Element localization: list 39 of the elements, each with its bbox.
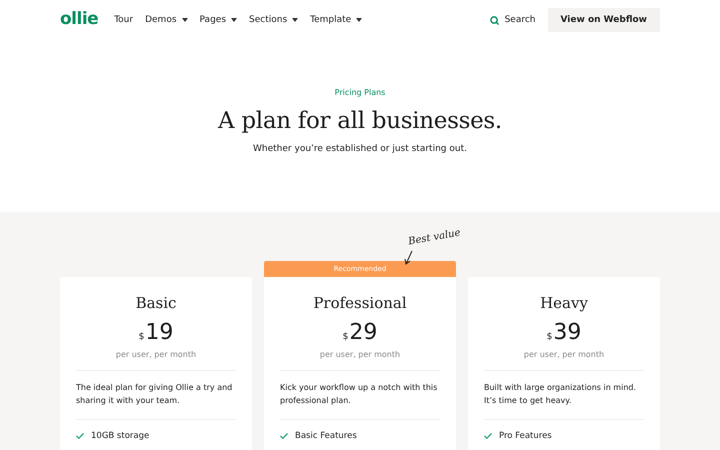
plan-description: Kick your workflow up a notch with this professional plan. — [280, 382, 438, 407]
check-icon — [280, 432, 288, 439]
currency-symbol: $ — [546, 333, 552, 342]
feature-item: Basic Features — [295, 430, 357, 441]
price-period: per user, per month — [114, 350, 198, 359]
caret-icon — [356, 18, 362, 22]
currency-symbol: $ — [342, 333, 348, 342]
check-icon — [76, 432, 84, 439]
annotation-note: Best value — [407, 228, 462, 248]
search-link[interactable]: Search — [490, 15, 536, 25]
plan-name: Professional — [312, 294, 408, 312]
nav-link[interactable]: Tour — [114, 15, 134, 25]
view-on-webflow-button[interactable]: View on Webflow — [548, 8, 660, 32]
price: 29 — [349, 322, 378, 344]
plan-name: Basic — [134, 294, 178, 312]
dropdown-menu[interactable]: Sections — [249, 15, 298, 25]
caret-icon — [182, 18, 188, 22]
price: 19 — [145, 322, 174, 344]
price: 39 — [553, 322, 582, 344]
subtitle: Whether you’re established or just starting out. — [253, 144, 467, 154]
plan-description: Built with large organizations in mind. It’s time to get heavy. — [484, 382, 638, 407]
price-period: per user, per month — [318, 350, 402, 359]
search-icon — [490, 16, 499, 24]
feature-item: 10GB storage — [91, 430, 150, 441]
dropdown-menu[interactable]: Demos — [145, 15, 188, 25]
currency-symbol: $ — [138, 333, 144, 342]
dropdown-menu[interactable]: Template — [310, 15, 362, 25]
feature-item: Pro Features — [499, 430, 552, 441]
check-icon — [484, 432, 492, 439]
logo[interactable]: ollie — [60, 9, 98, 31]
dropdown-menu[interactable]: Pages — [200, 15, 238, 25]
caret-icon — [231, 18, 238, 22]
page-heading: A plan for all businesses. — [218, 108, 502, 134]
arrow-icon — [404, 250, 414, 266]
plan-name: Heavy — [539, 294, 589, 312]
plan-description: The ideal plan for giving Ollie a try and sharing it with your team. — [76, 382, 234, 407]
caret-icon — [292, 18, 298, 22]
eyebrow-label: Pricing Plans — [334, 88, 386, 97]
price-period: per user, per month — [522, 350, 606, 359]
